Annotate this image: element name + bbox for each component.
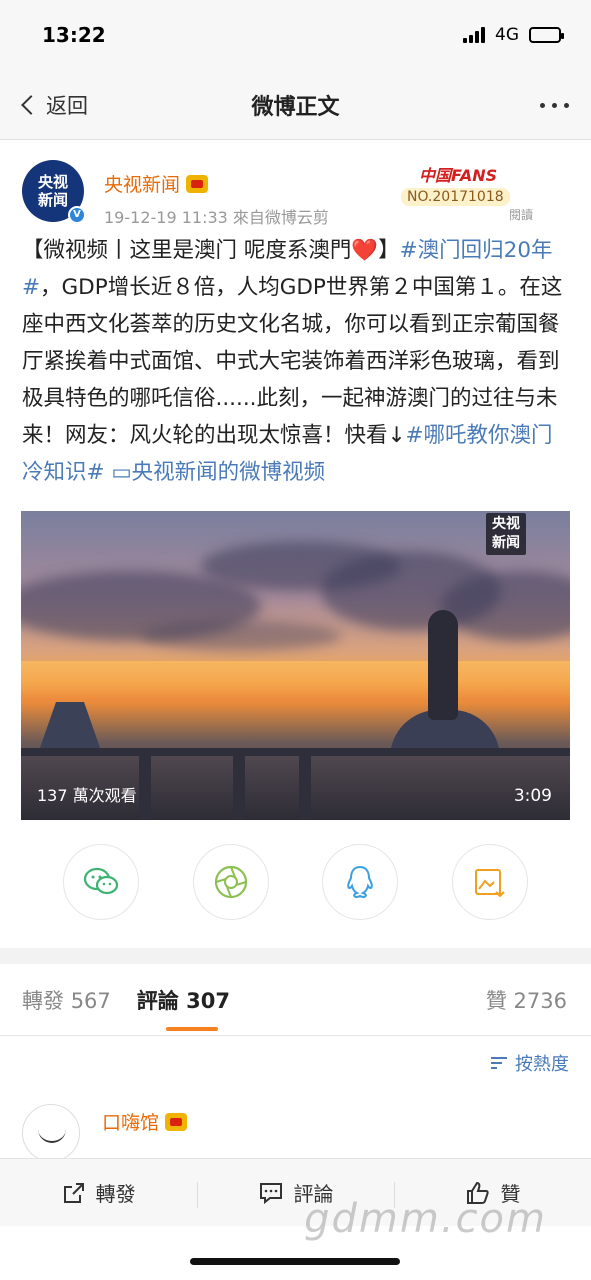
save-image-icon xyxy=(475,869,505,898)
share-wechat-button[interactable] xyxy=(62,844,139,920)
comment-icon xyxy=(259,1182,282,1204)
moments-icon xyxy=(214,865,247,899)
qq-icon xyxy=(347,865,374,899)
tab-comments[interactable]: 評論 307 xyxy=(137,985,230,1015)
sort-by-hot-button[interactable]: 按熱度 xyxy=(0,1036,591,1090)
author-name[interactable]: 央视新闻 xyxy=(104,170,209,197)
watermark-text: gdmm.com xyxy=(304,1196,547,1242)
page-title: 微博正文 xyxy=(251,94,340,120)
status-indicators: 4G xyxy=(463,25,564,45)
share-qq-button[interactable] xyxy=(322,844,399,920)
video-duration: 3:09 xyxy=(513,786,552,806)
fans-badge-number: NO.20171018 xyxy=(401,188,510,206)
author-avatar[interactable]: 央视 新闻 V xyxy=(22,160,86,224)
commenter-name[interactable]: 口嗨馆 xyxy=(102,1108,188,1135)
sort-label: 按熱度 xyxy=(515,1054,569,1075)
nav-bar: 返回 微博正文 xyxy=(0,70,591,140)
post-header: 央视 新闻 V 央视新闻 19-12-19 11:33 來自微博云剪 中国FAN… xyxy=(0,140,591,228)
fans-badge-read: 閱讀 xyxy=(508,208,533,222)
repost-button[interactable]: 轉發 xyxy=(0,1178,197,1207)
repost-icon xyxy=(63,1182,84,1203)
post-source: 來自微博云剪 xyxy=(232,208,329,227)
share-row xyxy=(0,844,591,922)
active-tab-indicator xyxy=(166,1027,218,1031)
post-time: 19-12-19 11:33 xyxy=(104,208,228,227)
save-image-button[interactable] xyxy=(452,844,529,920)
comment-item: 口嗨馆 xyxy=(0,1090,591,1162)
video-link[interactable]: ▭央视新闻的微博视频 xyxy=(105,460,325,485)
commenter-avatar[interactable] xyxy=(22,1104,80,1162)
back-button[interactable]: 返回 xyxy=(18,70,88,140)
wechat-icon xyxy=(83,867,118,895)
video-player[interactable]: 央视 新闻 137 萬次观看 3:09 xyxy=(21,511,570,820)
post-meta: 19-12-19 11:33 來自微博云剪 xyxy=(104,204,329,228)
vip-crown-icon xyxy=(165,1112,188,1131)
section-divider xyxy=(0,948,591,964)
tab-reposts[interactable]: 轉發 567 xyxy=(22,985,111,1015)
post-text: 【微视频丨这里是澳门 呢度系澳門❤️】#澳门回归20年#，GDP增长近８倍，人均… xyxy=(22,238,563,485)
channel-logo: 央视 新闻 xyxy=(486,513,526,555)
home-indicator[interactable] xyxy=(190,1258,400,1265)
interaction-tabs: 轉發 567 評論 307 贊 2736 xyxy=(0,964,591,1036)
status-bar: 13:22 4G xyxy=(0,0,591,70)
sort-icon xyxy=(491,1056,509,1070)
signal-icon xyxy=(463,27,485,43)
fans-badge[interactable]: 中国FANS NO.20171018 閱讀 xyxy=(401,162,551,222)
back-label: 返回 xyxy=(46,94,88,118)
share-moments-button[interactable] xyxy=(192,844,269,920)
fans-badge-title: 中国FANS xyxy=(419,166,498,185)
video-views: 137 萬次观看 xyxy=(37,786,137,805)
chevron-left-icon xyxy=(21,95,41,115)
more-options-button[interactable] xyxy=(540,70,569,140)
battery-icon xyxy=(529,27,564,43)
status-time: 13:22 xyxy=(42,23,106,47)
tab-likes[interactable]: 贊 2736 xyxy=(486,985,567,1015)
heart-emoji: ❤️ xyxy=(351,238,379,263)
verified-icon: V xyxy=(68,206,86,224)
network-type: 4G xyxy=(495,25,519,45)
vip-crown-icon xyxy=(186,174,209,193)
